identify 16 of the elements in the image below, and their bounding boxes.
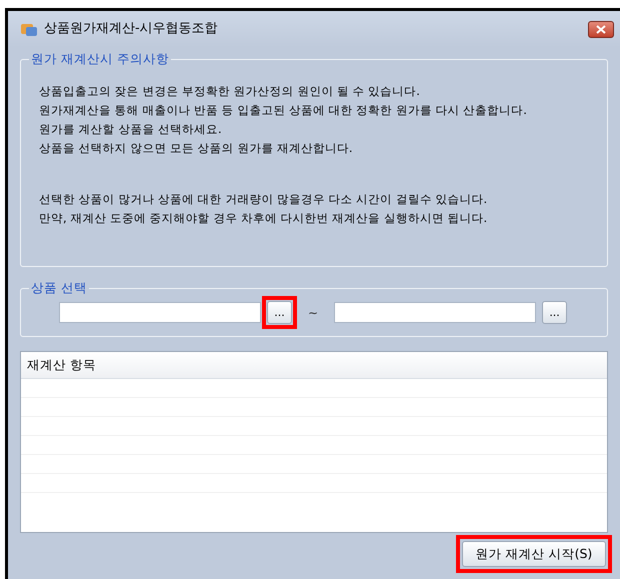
notice-text: 만약, 재계산 도중에 중지해야할 경우 차후에 다시한번 재계산을 실행하시면 됩니다. (39, 210, 488, 227)
range-separator: ~ (308, 304, 318, 322)
browse-button[interactable]: ... (267, 301, 292, 324)
window-title: 상품원가재계산-시우협동조합 (44, 20, 218, 38)
product-field[interactable] (334, 302, 536, 323)
browse-button[interactable]: ... (542, 301, 568, 324)
notice-text: 선택한 상품이 많거나 상품에 대한 거래량이 많을경우 다소 시간이 걸릴수 있습니다. (39, 191, 488, 208)
notice-text: 원가를 계산할 상품을 선택하세요. (39, 121, 223, 138)
product-field[interactable] (59, 302, 261, 323)
close-icon (596, 24, 606, 34)
notice-text: 상품입출고의 잦은 변경은 부정확한 원가산정의 원인이 될 수 있습니다. (39, 83, 421, 100)
app-icon (20, 21, 38, 37)
close-button[interactable] (588, 20, 614, 38)
notice-text: 원가재계산을 통해 매출이나 반품 등 입출고된 상품에 대한 정확한 원가를 다시 산출합니다. (39, 102, 528, 119)
notice-text: 상품을 선택하지 않으면 모든 상품의 원가를 재계산합니다. (39, 140, 354, 157)
start-button[interactable]: 원가 재계산 시작(S) (462, 541, 606, 567)
